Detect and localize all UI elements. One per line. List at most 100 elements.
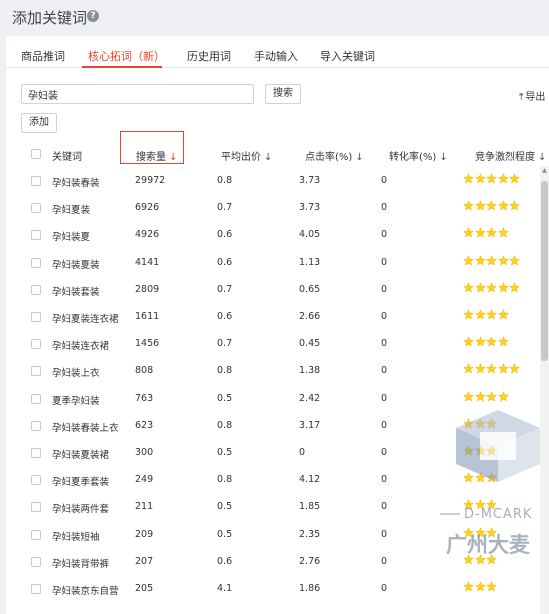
- star-icon: [486, 363, 497, 374]
- row-checkbox[interactable]: [31, 284, 41, 295]
- row-checkbox[interactable]: [31, 448, 41, 458]
- avg-bid-cell: 0.7: [217, 338, 233, 350]
- table-row[interactable]: 夏季孕妇装 763 0.5 2.42 0: [6, 385, 549, 412]
- keyword-cell: 孕妇装短袖: [52, 531, 100, 543]
- row-checkbox[interactable]: [31, 366, 41, 377]
- header-cvr[interactable]: 转化率(%) ↓: [389, 148, 448, 163]
- star-icon: [474, 200, 486, 211]
- row-checkbox[interactable]: [31, 339, 41, 350]
- row-checkbox[interactable]: [31, 312, 41, 322]
- avg-bid-cell: 0.8: [217, 365, 233, 377]
- add-button[interactable]: 添加: [21, 113, 57, 133]
- avg-bid-cell: 0.6: [217, 555, 233, 567]
- star-icon: [486, 254, 497, 266]
- search-volume-cell: 4926: [135, 229, 160, 241]
- row-checkbox[interactable]: [31, 584, 41, 594]
- table-row[interactable]: 孕妇装套装 2809 0.7 0.65 0: [6, 276, 549, 303]
- cvr-cell: 0: [381, 311, 388, 322]
- header-avg-bid[interactable]: 平均出价 ↓: [221, 148, 272, 163]
- row-checkbox[interactable]: [31, 420, 41, 431]
- row-checkbox[interactable]: [31, 257, 41, 268]
- row-checkbox[interactable]: [31, 502, 41, 513]
- avg-bid-cell: 0.6: [217, 229, 233, 241]
- help-icon[interactable]: ?: [87, 10, 99, 22]
- keyword-cell: 孕妇装夏: [52, 232, 91, 244]
- search-volume-cell: 205: [135, 583, 154, 594]
- avg-bid-cell: 0.7: [217, 202, 233, 214]
- table-header: 关键词 搜索量 ↓ 平均出价 ↓ 点击率(%) ↓ 转化率(%) ↓ 竞争激烈程度 ↓: [6, 131, 549, 167]
- star-icon: [509, 254, 520, 266]
- tab-core-expansion[interactable]: 核心拓词（新）: [88, 48, 165, 64]
- star-icon: [509, 200, 520, 211]
- keyword-cell: 孕妇夏季套装: [52, 477, 110, 489]
- header-search-volume[interactable]: 搜索量 ↓: [136, 148, 177, 163]
- table-row[interactable]: 孕妇装连衣裙 1456 0.7 0.45 0: [6, 330, 549, 357]
- header-ctr[interactable]: 点击率(%) ↓: [305, 148, 364, 163]
- keyword-cell: 孕妇装连衣裙: [52, 341, 110, 353]
- cvr-cell: 0: [381, 419, 388, 431]
- row-checkbox[interactable]: [31, 529, 41, 540]
- competition-stars: [463, 363, 521, 375]
- row-checkbox[interactable]: [31, 176, 41, 186]
- competition-stars: [463, 173, 521, 185]
- cvr-cell: 0: [381, 202, 388, 214]
- ctr-cell: 3.17: [299, 419, 321, 431]
- star-icon: [463, 282, 474, 293]
- select-all-checkbox[interactable]: [31, 149, 41, 159]
- ctr-cell: 0.65: [299, 283, 321, 295]
- row-checkbox[interactable]: [31, 475, 41, 486]
- keyword-cell: 孕妇装背带裤: [52, 558, 110, 570]
- competition-stars: [463, 309, 509, 321]
- table-row[interactable]: 孕妇夏装 6926 0.7 3.73 0: [6, 194, 549, 221]
- cvr-cell: 0: [381, 501, 388, 513]
- competition-stars: [463, 282, 521, 294]
- table-row[interactable]: 孕妇夏装连衣裙 1611 0.6 2.66 0: [6, 303, 549, 330]
- star-icon: [463, 363, 474, 374]
- header-keyword: 关键词: [52, 152, 82, 163]
- table-row[interactable]: 孕妇装夏装 4141 0.6 1.13 0: [6, 249, 549, 276]
- keyword-search-input[interactable]: [21, 84, 254, 104]
- scroll-up-icon[interactable]: ▲: [541, 167, 548, 174]
- tab-product-words[interactable]: 商品推词: [21, 48, 65, 64]
- cvr-cell: 0: [381, 283, 388, 295]
- watermark-brand-text: D-MCARK: [464, 507, 532, 522]
- avg-bid-cell: 0.7: [217, 283, 233, 295]
- keyword-cell: 孕妇装上衣: [52, 368, 100, 380]
- competition-stars: [463, 254, 521, 267]
- star-icon: [474, 363, 486, 374]
- tab-bar: 商品推词 核心拓词（新） 历史用词 手动输入 导入关键词: [6, 36, 549, 68]
- star-icon: [474, 309, 486, 320]
- star-icon: [463, 173, 474, 184]
- table-row[interactable]: 孕妇装春装 29972 0.8 3.73 0: [6, 167, 549, 194]
- search-volume-cell: 211: [135, 501, 154, 513]
- star-icon: [463, 336, 474, 347]
- star-icon: [474, 390, 486, 402]
- avg-bid-cell: 0.8: [217, 419, 233, 431]
- avg-bid-cell: 0.5: [217, 528, 233, 540]
- keyword-cell: 孕妇夏装: [52, 205, 91, 217]
- avg-bid-cell: 0.6: [217, 256, 233, 268]
- star-icon: [474, 336, 486, 347]
- header-competition[interactable]: 竞争激烈程度 ↓: [475, 148, 546, 163]
- keyword-cell: 孕妇装两件套: [52, 504, 110, 516]
- scrollbar-thumb[interactable]: [541, 181, 548, 361]
- cvr-cell: 0: [381, 474, 388, 486]
- competition-stars: [463, 200, 521, 212]
- export-button[interactable]: ⤒ 导出: [519, 88, 545, 103]
- star-icon: [509, 282, 520, 293]
- table-row[interactable]: 孕妇装上衣 808 0.8 1.38 0: [6, 357, 549, 384]
- star-icon: [486, 227, 497, 238]
- tab-manual-input[interactable]: 手动输入: [254, 48, 298, 64]
- competition-stars: [463, 390, 509, 403]
- star-icon: [486, 390, 497, 402]
- search-button[interactable]: 搜索: [265, 84, 301, 104]
- row-checkbox[interactable]: [31, 230, 41, 241]
- row-checkbox[interactable]: [31, 556, 41, 567]
- table-row[interactable]: 孕妇装夏 4926 0.6 4.05 0: [6, 221, 549, 248]
- tab-import-keywords[interactable]: 导入关键词: [320, 48, 375, 64]
- row-checkbox[interactable]: [31, 203, 41, 214]
- keyword-cell: 孕妇装春装: [52, 178, 100, 189]
- ctr-cell: 1.86: [299, 583, 321, 594]
- tab-history-words[interactable]: 历史用词: [187, 48, 231, 64]
- row-checkbox[interactable]: [31, 393, 41, 404]
